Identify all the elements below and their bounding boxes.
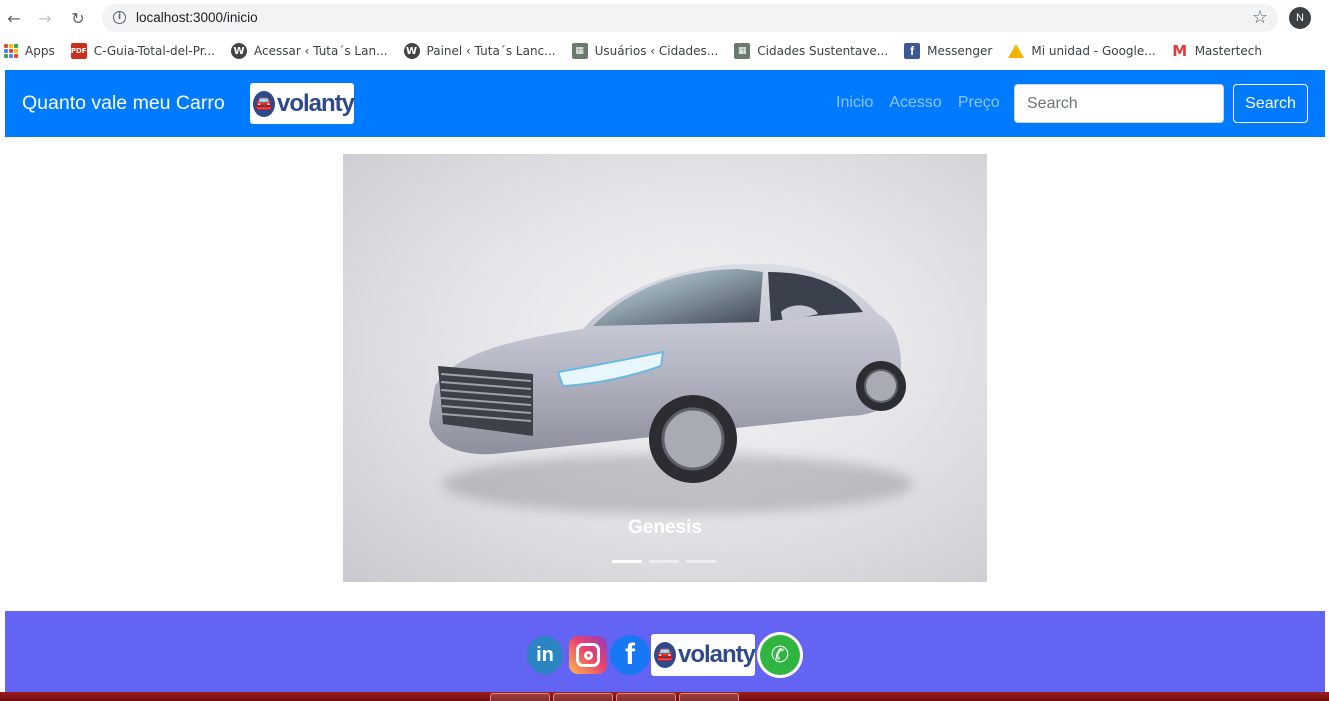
pdf-icon: PDF <box>70 43 87 59</box>
logo-text: volanty <box>677 641 756 668</box>
instagram-camera <box>576 643 600 667</box>
bookmark-acessar[interactable]: W Acessar ‹ Tuta´s Lan... <box>231 43 388 59</box>
instagram-icon[interactable] <box>569 636 607 674</box>
nav-link-acesso[interactable]: Acesso <box>889 94 941 112</box>
instagram-lens <box>583 650 593 660</box>
wordpress-icon: W <box>231 43 247 59</box>
city-icon: ▦ <box>734 43 751 59</box>
taskbar-item[interactable] <box>553 693 613 701</box>
taskbar-item[interactable] <box>490 693 550 701</box>
taskbar-item[interactable] <box>679 693 739 701</box>
carousel-indicator[interactable] <box>686 560 716 563</box>
browser-toolbar: ← → ↻ i localhost:3000/inicio ☆ N <box>0 0 1329 36</box>
bookmark-label: Cidades Sustentave... <box>757 44 889 58</box>
back-arrow-icon[interactable]: ← <box>2 6 26 30</box>
bookmark-label: C-Guia-Total-del-Pr... <box>93 44 215 58</box>
bookmark-label: Acessar ‹ Tuta´s Lan... <box>254 44 388 58</box>
city-icon: ▦ <box>571 43 588 59</box>
bookmark-apps[interactable]: Apps <box>4 44 55 58</box>
bookmark-label: Messenger <box>927 44 993 58</box>
whatsapp-icon[interactable]: ✆ <box>757 632 803 678</box>
bookmark-label: Mi unidad - Google... <box>1031 44 1156 58</box>
reload-icon[interactable]: ↻ <box>66 6 90 30</box>
nav-link-preco[interactable]: Preço <box>958 94 1000 112</box>
carousel-indicators <box>612 560 716 563</box>
top-navbar: Quanto vale meu Carro 🚘 volanty Inicio A… <box>5 70 1325 137</box>
bookmark-label: Painel ‹ Tuta´s Lanc... <box>426 44 556 58</box>
bookmark-mastertech[interactable]: M Mastertech <box>1172 42 1262 60</box>
bookmark-cidades[interactable]: ▦ Cidades Sustentave... <box>734 43 888 59</box>
bookmark-drive[interactable]: Mi unidad - Google... <box>1008 44 1156 58</box>
car-icon: 🚘 <box>253 90 275 117</box>
car-icon: 🚘 <box>654 642 676 668</box>
mastertech-icon: M <box>1172 42 1188 60</box>
google-drive-icon <box>1008 44 1025 58</box>
bookmark-guia[interactable]: PDF C-Guia-Total-del-Pr... <box>70 43 215 59</box>
carousel-indicator[interactable] <box>649 560 679 563</box>
bookmark-label: Mastertech <box>1194 44 1262 58</box>
profile-avatar[interactable]: N <box>1289 7 1311 29</box>
address-bar[interactable]: i localhost:3000/inicio ☆ <box>102 4 1278 32</box>
taskbar-item[interactable] <box>616 693 676 701</box>
bookmark-label: Usuários ‹ Cidades... <box>594 44 719 58</box>
whatsapp-phone-icon: ✆ <box>760 635 800 675</box>
nav-link-inicio[interactable]: Inicio <box>836 94 873 112</box>
volanty-logo: 🚘 volanty <box>250 83 355 124</box>
logo-text: volanty <box>276 89 355 117</box>
address-url: localhost:3000/inicio <box>136 10 258 25</box>
search-input[interactable] <box>1014 84 1224 123</box>
footer: in f 🚘 volanty ✆ <box>5 611 1325 701</box>
facebook-icon: f <box>904 43 921 59</box>
bookmark-usuarios[interactable]: ▦ Usuários ‹ Cidades... <box>571 43 719 59</box>
apps-grid-icon <box>4 44 18 58</box>
forward-arrow-icon[interactable]: → <box>33 6 57 30</box>
bookmark-messenger[interactable]: f Messenger <box>904 43 992 59</box>
volanty-footer-logo[interactable]: 🚘 volanty <box>651 634 756 676</box>
info-icon[interactable]: i <box>113 11 126 24</box>
carousel-caption: Genesis <box>628 517 702 538</box>
linkedin-icon[interactable]: in <box>527 636 563 674</box>
bookmark-star-icon[interactable]: ☆ <box>1252 7 1268 28</box>
brand-title[interactable]: Quanto vale meu Carro <box>22 92 225 115</box>
nav-links: Inicio Acesso Preço <box>836 94 1000 112</box>
car-carousel[interactable]: Genesis <box>343 154 987 582</box>
wordpress-icon: W <box>403 43 420 59</box>
bookmark-painel[interactable]: W Painel ‹ Tuta´s Lanc... <box>403 43 556 59</box>
bookmarks-bar: Apps PDF C-Guia-Total-del-Pr... W Acessa… <box>0 38 1329 64</box>
facebook-icon[interactable]: f <box>610 635 650 675</box>
bookmark-label: Apps <box>25 44 55 58</box>
carousel-indicator[interactable] <box>612 560 642 563</box>
search-button[interactable]: Search <box>1233 84 1308 123</box>
